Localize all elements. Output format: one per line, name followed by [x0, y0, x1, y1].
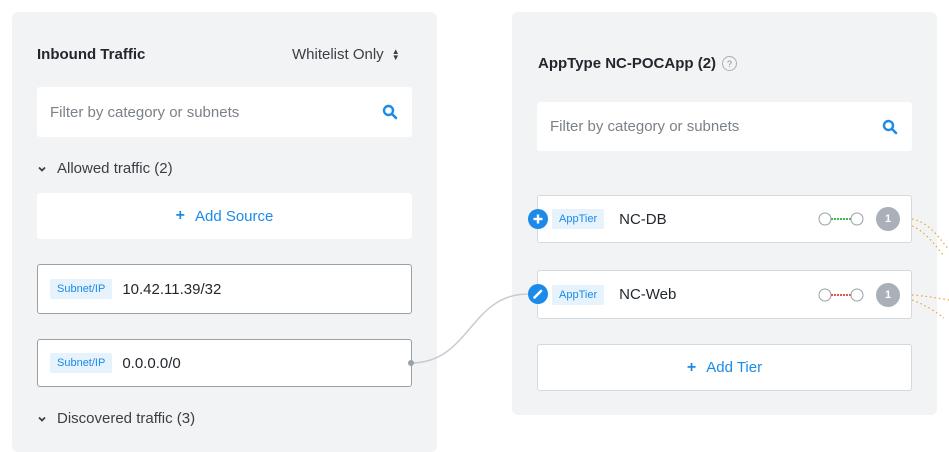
traffic-link-icon[interactable]: [818, 288, 864, 302]
tier-name: NC-Web: [619, 286, 677, 303]
inbound-search-input[interactable]: Filter by category or subnets: [37, 87, 412, 137]
inbound-search-placeholder: Filter by category or subnets: [50, 103, 240, 121]
source-value: 10.42.11.39/32: [122, 280, 222, 298]
search-icon: [882, 119, 898, 134]
tier-name: NC-DB: [619, 210, 667, 228]
tier-count-badge: 1: [876, 207, 900, 231]
add-source-label: Add Source: [194, 207, 274, 225]
discovered-traffic-toggle[interactable]: Discovered traffic (3): [37, 410, 195, 427]
source-value: 0.0.0.0/0: [122, 354, 181, 372]
apptype-search-placeholder: Filter by category or subnets: [550, 118, 740, 135]
tier-count-badge: 1: [876, 283, 900, 307]
chevron-down-icon: [38, 166, 46, 172]
apptype-title: AppType NC-POCApp (2): [538, 55, 717, 72]
tier-type-tag: AppTier: [552, 209, 605, 229]
search-icon: [382, 104, 398, 120]
source-entry[interactable]: Subnet/IP 10.42.11.39/32: [37, 264, 412, 314]
plus-icon: [533, 214, 543, 224]
tier-type-tag: AppTier: [552, 284, 605, 305]
discovered-traffic-label: Discovered traffic (3): [57, 410, 196, 427]
allowed-traffic-label: Allowed traffic (2): [57, 160, 173, 177]
plus-icon: +: [686, 358, 697, 376]
help-icon[interactable]: ?: [722, 56, 738, 71]
edit-inbound-button[interactable]: [528, 284, 548, 304]
apptype-search-input[interactable]: Filter by category or subnets: [537, 102, 912, 151]
source-type-tag: Subnet/IP: [50, 279, 113, 299]
select-arrows-icon: ▲ ▼: [391, 46, 400, 62]
plus-icon: +: [175, 207, 185, 224]
apptype-title-row: AppType NC-POCApp (2) ?: [538, 55, 738, 72]
add-source-button[interactable]: + Add Source: [37, 193, 412, 239]
pencil-icon: [533, 289, 543, 299]
source-entry[interactable]: Subnet/IP 0.0.0.0/0: [37, 339, 412, 387]
inbound-mode-label: Whitelist Only: [292, 46, 384, 63]
add-tier-label: Add Tier: [706, 359, 763, 376]
add-inbound-button[interactable]: [528, 209, 548, 229]
source-type-tag: Subnet/IP: [50, 353, 113, 373]
traffic-link-icon[interactable]: [818, 212, 864, 226]
inbound-title: Inbound Traffic: [37, 46, 146, 63]
inbound-mode-select[interactable]: Whitelist Only ▲ ▼: [292, 46, 400, 63]
chevron-down-icon: [38, 416, 46, 422]
allowed-traffic-toggle[interactable]: Allowed traffic (2): [37, 160, 173, 177]
add-tier-button[interactable]: + Add Tier: [537, 344, 912, 391]
